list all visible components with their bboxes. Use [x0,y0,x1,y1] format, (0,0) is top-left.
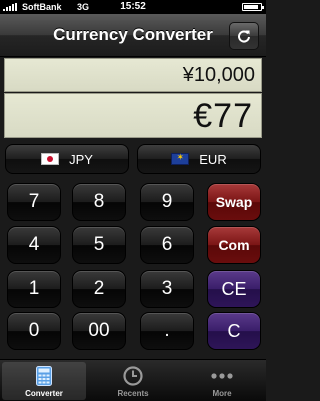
com-button[interactable]: Com [207,226,261,264]
to-currency-label: EUR [199,151,227,167]
tab-converter-label: Converter [25,389,63,398]
tab-recents-label: Recents [117,389,149,398]
refresh-button[interactable] [229,22,259,50]
calculator-icon [33,365,55,387]
key-8[interactable]: 8 [72,183,126,221]
status-bar: SoftBank 3G 15:52 [0,0,266,14]
clock: 15:52 [120,1,146,12]
key-00[interactable]: 00 [72,312,126,350]
key-4[interactable]: 4 [7,226,61,264]
from-currency-button[interactable]: JPY [5,144,129,174]
swap-button[interactable]: Swap [207,183,261,221]
key-1[interactable]: 1 [7,270,61,308]
tab-more[interactable]: More [180,362,264,400]
clock-icon [122,365,144,387]
tab-bar: Converter Recents More [0,359,266,401]
clear-entry-button[interactable]: CE [207,270,261,308]
eu-flag-icon [171,152,190,165]
tab-more-label: More [212,389,232,398]
japan-flag-icon [41,153,60,165]
key-3[interactable]: 3 [140,270,194,308]
tab-recents[interactable]: Recents [91,362,175,400]
key-6[interactable]: 6 [140,226,194,264]
key-9[interactable]: 9 [140,183,194,221]
key-decimal[interactable]: . [140,312,194,350]
clear-button[interactable]: C [207,312,261,350]
navigation-bar: Currency Converter [0,14,266,57]
from-currency-label: JPY [69,151,93,167]
to-currency-button[interactable]: EUR [137,144,261,174]
key-5[interactable]: 5 [72,226,126,264]
converted-amount-display: €77 [4,93,262,138]
battery-icon [242,3,264,11]
key-0[interactable]: 0 [7,312,61,350]
key-2[interactable]: 2 [72,270,126,308]
tab-converter[interactable]: Converter [2,362,86,400]
refresh-icon [238,30,250,43]
more-dots-icon [211,365,233,387]
key-7[interactable]: 7 [7,183,61,221]
source-amount-display: ¥10,000 [4,58,262,92]
page-title: Currency Converter [53,25,213,44]
